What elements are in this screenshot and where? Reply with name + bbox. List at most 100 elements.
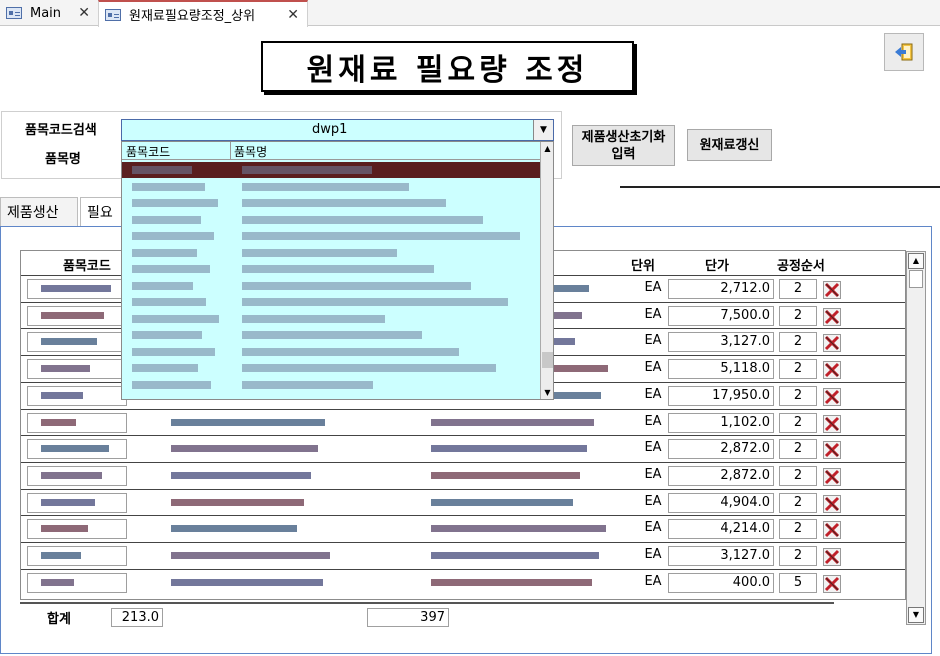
obscured-content: [132, 364, 198, 372]
obscured-content: [242, 298, 508, 306]
unit-cell: EA: [633, 439, 673, 460]
process-seq-cell[interactable]: 2: [779, 412, 817, 433]
price-cell[interactable]: 17,950.0: [668, 385, 774, 406]
delete-x-icon[interactable]: [823, 334, 841, 353]
dropdown-list-item[interactable]: [122, 179, 540, 195]
item-code-combo[interactable]: dwp1 ▼: [121, 119, 554, 141]
process-seq-cell[interactable]: 2: [779, 305, 817, 326]
scroll-down-icon[interactable]: ▼: [908, 607, 924, 623]
scroll-up-icon[interactable]: ▲: [541, 142, 553, 156]
delete-x-icon[interactable]: [823, 387, 841, 406]
process-seq-cell[interactable]: 2: [779, 546, 817, 566]
dropdown-list-item[interactable]: [122, 195, 540, 211]
process-seq-cell[interactable]: 2: [779, 492, 817, 513]
obscured-content: [41, 471, 102, 479]
process-seq-cell[interactable]: 2: [779, 385, 817, 406]
price-cell[interactable]: 2,872.0: [668, 439, 774, 460]
process-seq-cell[interactable]: 2: [779, 519, 817, 540]
table-row[interactable]: EA 4,214.0 2: [21, 515, 905, 541]
scroll-thumb[interactable]: [909, 270, 923, 288]
obscured-content: [431, 525, 606, 533]
dropdown-list-item[interactable]: [122, 327, 540, 343]
price-cell[interactable]: 2,712.0: [668, 279, 774, 299]
delete-x-icon[interactable]: [823, 441, 841, 460]
material-refresh-button[interactable]: 원재료갱신: [687, 129, 772, 161]
price-cell[interactable]: 400.0: [668, 572, 774, 593]
table-row[interactable]: EA 1,102.0 2: [21, 408, 905, 435]
price-cell[interactable]: 4,904.0: [668, 492, 774, 513]
obscured-content: [242, 331, 422, 339]
process-seq-cell[interactable]: 2: [779, 332, 817, 353]
dropdown-list-item[interactable]: [122, 261, 540, 277]
page-title-box: 원재료 필요량 조정: [261, 41, 634, 92]
obscured-content: [41, 338, 97, 346]
process-seq-cell[interactable]: 2: [779, 439, 817, 460]
price-cell[interactable]: 7,500.0: [668, 305, 774, 326]
dropdown-scrollbar[interactable]: ▲ ▼: [540, 142, 553, 399]
obscured-content: [171, 498, 304, 506]
price-cell[interactable]: 3,127.0: [668, 546, 774, 566]
price-cell[interactable]: 4,214.0: [668, 519, 774, 540]
dropdown-list-item[interactable]: [122, 311, 540, 327]
delete-x-icon[interactable]: [823, 521, 841, 540]
dropdown-list-item[interactable]: [122, 245, 540, 261]
exit-door-icon: [895, 43, 913, 61]
process-seq-cell[interactable]: 2: [779, 465, 817, 486]
dropdown-list-item[interactable]: [122, 344, 540, 360]
tab-material-adjust[interactable]: 원재료필요량조정_상위 ✕: [98, 0, 308, 27]
dropdown-list-item[interactable]: [122, 162, 540, 178]
delete-x-icon[interactable]: [823, 307, 841, 326]
chevron-down-icon[interactable]: ▼: [533, 120, 553, 140]
table-row[interactable]: EA 2,872.0 2: [21, 461, 905, 488]
obscured-content: [41, 498, 95, 506]
form-icon: [6, 7, 22, 19]
subtab-production[interactable]: 제품생산: [0, 197, 78, 227]
obscured-content: [41, 445, 109, 453]
scroll-down-icon[interactable]: ▼: [541, 386, 553, 399]
delete-x-icon[interactable]: [823, 467, 841, 486]
close-icon[interactable]: ✕: [78, 5, 90, 21]
delete-x-icon[interactable]: [823, 574, 841, 593]
obscured-content: [132, 331, 202, 339]
dropdown-list-item[interactable]: [122, 377, 540, 393]
price-cell[interactable]: 2,872.0: [668, 465, 774, 486]
close-icon[interactable]: ✕: [287, 7, 299, 23]
dropdown-list-item[interactable]: [122, 278, 540, 294]
price-cell[interactable]: 3,127.0: [668, 332, 774, 353]
delete-x-icon[interactable]: [823, 494, 841, 513]
obscured-content: [242, 248, 397, 257]
subtab-requirement[interactable]: 필요: [80, 197, 124, 227]
process-seq-cell[interactable]: 2: [779, 279, 817, 299]
tab-main[interactable]: Main ✕: [0, 0, 98, 26]
obscured-content: [431, 445, 587, 453]
delete-x-icon[interactable]: [823, 548, 841, 566]
delete-x-icon[interactable]: [823, 414, 841, 433]
divider-line: [620, 186, 940, 188]
delete-x-icon[interactable]: [823, 361, 841, 380]
combo-dropdown-list[interactable]: 품목코드 품목명 ▲ ▼: [121, 141, 554, 400]
obscured-content: [242, 199, 446, 207]
price-cell[interactable]: 5,118.0: [668, 359, 774, 380]
table-row[interactable]: EA 400.0 5: [21, 568, 905, 595]
table-row[interactable]: EA 2,872.0 2: [21, 435, 905, 461]
price-cell[interactable]: 1,102.0: [668, 412, 774, 433]
dropdown-list-item[interactable]: [122, 228, 540, 244]
obscured-content: [431, 552, 599, 559]
dropdown-list-item[interactable]: [122, 294, 540, 310]
grid-scrollbar[interactable]: ▲ ▼: [906, 251, 926, 625]
unit-cell: EA: [633, 546, 673, 566]
production-init-button[interactable]: 제품생산초기화 입력: [572, 125, 675, 166]
table-row[interactable]: EA 4,904.0 2: [21, 488, 905, 515]
dropdown-list-item[interactable]: [122, 212, 540, 228]
process-seq-cell[interactable]: 5: [779, 572, 817, 593]
exit-button[interactable]: [884, 33, 924, 71]
col-header-unit: 단위: [631, 259, 655, 274]
dropdown-list-item[interactable]: [122, 360, 540, 376]
scroll-thumb[interactable]: [542, 352, 553, 368]
obscured-content: [41, 365, 90, 373]
delete-x-icon[interactable]: [823, 281, 841, 299]
obscured-content: [132, 281, 193, 290]
process-seq-cell[interactable]: 2: [779, 359, 817, 380]
table-row[interactable]: EA 3,127.0 2: [21, 542, 905, 568]
scroll-up-icon[interactable]: ▲: [908, 253, 924, 269]
